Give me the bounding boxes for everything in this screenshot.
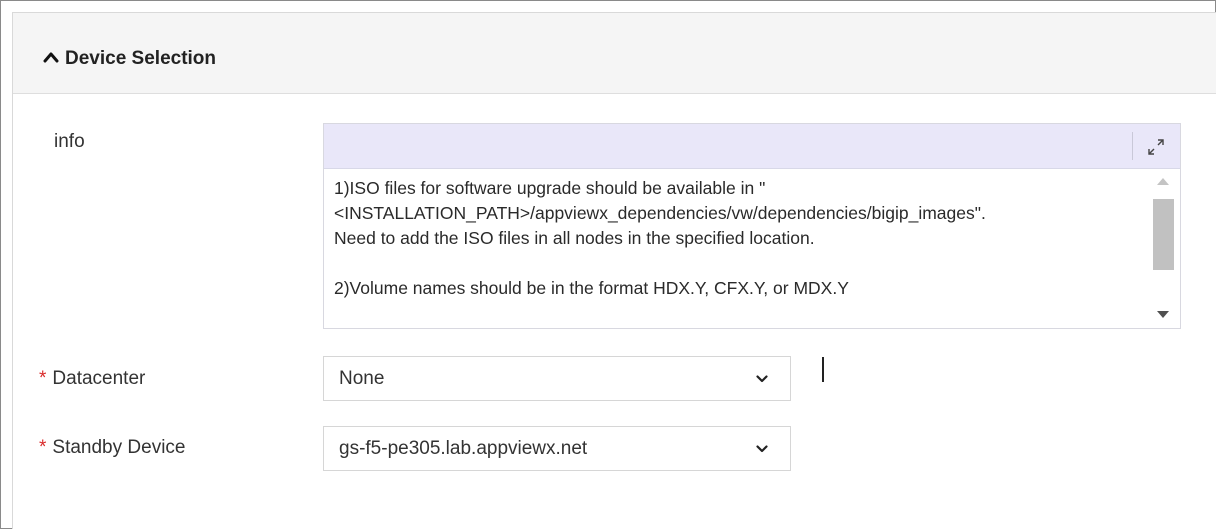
datacenter-label-text: Datacenter bbox=[52, 368, 146, 389]
toolbar-divider bbox=[1132, 132, 1133, 160]
standby-device-label: * Standby Device bbox=[39, 437, 185, 459]
expand-icon[interactable] bbox=[1146, 137, 1166, 157]
standby-device-value: gs-f5-pe305.lab.appviewx.net bbox=[339, 438, 588, 459]
window-frame: Device Selection info 1)ISO files for so… bbox=[0, 0, 1216, 529]
info-toolbar bbox=[324, 124, 1180, 169]
standby-device-select[interactable]: gs-f5-pe305.lab.appviewx.net bbox=[323, 426, 791, 471]
required-marker: * bbox=[39, 437, 47, 458]
standby-device-label-text: Standby Device bbox=[52, 437, 186, 458]
chevron-down-icon bbox=[756, 445, 768, 453]
info-scrollbar[interactable] bbox=[1148, 170, 1178, 328]
text-cursor bbox=[822, 357, 824, 382]
panel-title: Device Selection bbox=[65, 48, 217, 69]
datacenter-value: None bbox=[339, 368, 385, 389]
scroll-down-arrow-icon[interactable] bbox=[1157, 311, 1169, 318]
chevron-down-icon bbox=[756, 375, 768, 383]
required-marker: * bbox=[39, 368, 47, 389]
datacenter-label: * Datacenter bbox=[39, 368, 145, 390]
scroll-thumb[interactable] bbox=[1153, 199, 1174, 270]
panel-header[interactable]: Device Selection bbox=[13, 13, 1216, 94]
datacenter-select[interactable]: None bbox=[323, 356, 791, 401]
scroll-up-arrow-icon[interactable] bbox=[1157, 178, 1169, 185]
info-editor[interactable]: 1)ISO files for software upgrade should … bbox=[323, 123, 1181, 329]
chevron-up-icon[interactable] bbox=[43, 51, 59, 63]
info-text[interactable]: 1)ISO files for software upgrade should … bbox=[334, 176, 1144, 301]
info-label: info bbox=[54, 131, 85, 152]
